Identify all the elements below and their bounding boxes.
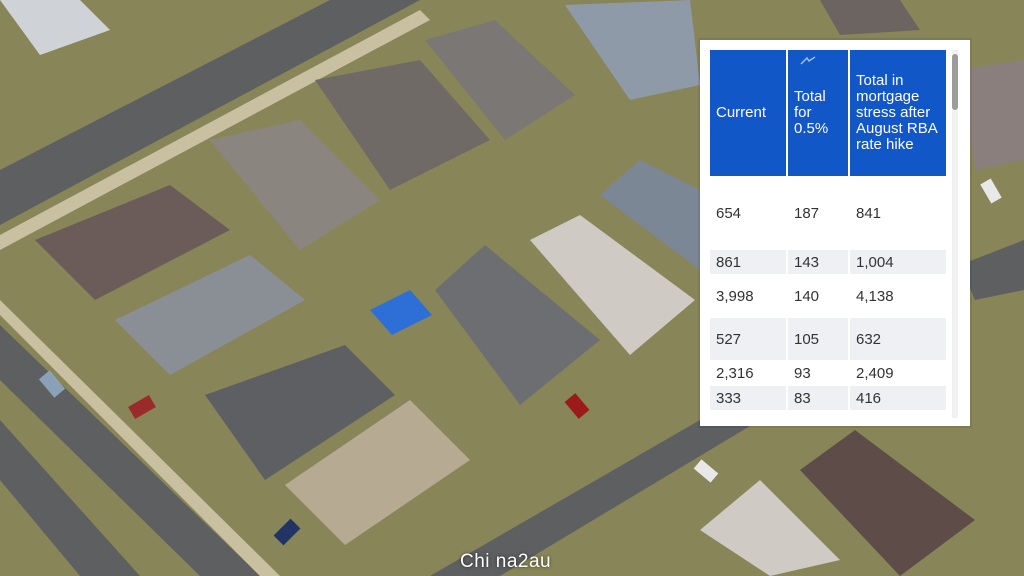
cell-current: 654 [710,176,788,250]
cell-after-hike: 2,409 [856,364,894,382]
header-total-05-label: Total for 0.5% [794,88,829,137]
header-total-05: Total for 0.5% [787,50,850,176]
cell-current: 3,998 [710,274,788,318]
cell-current: 527 [710,318,788,360]
sort-icon[interactable] [800,56,816,66]
scrollbar-thumb[interactable] [952,54,958,110]
table-row: 333 83 416 [710,386,946,410]
watermark-text: Chi na2au [460,551,552,572]
cell-total-05: 187 [787,176,850,250]
cell-total-05: 83 [787,386,850,410]
header-after-hike: Total in mortgage stress after August RB… [849,50,946,176]
table-scroll-area[interactable]: Current Total for 0.5% Total in mortgage… [710,50,946,418]
cell-after-hike: 632 [849,318,946,360]
table-row: 3,998 140 4,138 [710,274,946,318]
cell-after-hike: 4,138 [856,287,894,305]
cell-current: 2,316 [710,360,788,386]
table-row: 2,316 93 2,409 [710,360,946,386]
table-scrollbar[interactable] [952,50,958,418]
cell-after-hike: 841 [856,204,882,222]
table-row: 861 143 1,004 [710,250,946,274]
cell-current: 333 [710,386,788,410]
cell-total-05: 143 [787,250,850,274]
mortgage-stress-table: Current Total for 0.5% Total in mortgage… [710,50,946,410]
cell-after-hike: 1,004 [849,250,946,274]
cell-total-05: 105 [787,318,850,360]
cell-total-05: 140 [787,274,850,318]
cell-current: 861 [710,250,788,274]
header-current: Current [710,50,788,176]
mortgage-stress-table-card: Current Total for 0.5% Total in mortgage… [700,40,970,426]
table-header-row: Current Total for 0.5% Total in mortgage… [710,50,946,176]
cell-after-hike: 416 [849,386,946,410]
table-row: 654 187 841 [710,176,946,250]
table-row: 527 105 632 [710,318,946,360]
cell-total-05: 93 [787,360,850,386]
